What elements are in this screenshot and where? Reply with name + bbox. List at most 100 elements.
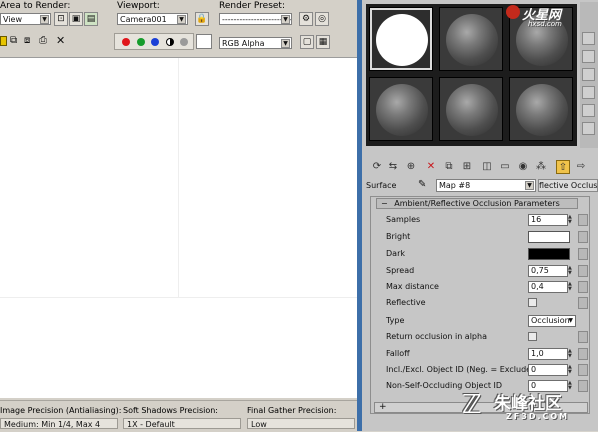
soft-shadows-label: Soft Shadows Precision: <box>123 406 218 415</box>
return-alpha-checkbox[interactable] <box>528 332 537 341</box>
image-precision-field[interactable]: Medium: Min 1/4, Max 4 <box>0 418 118 429</box>
sample-slot-2[interactable] <box>439 7 503 71</box>
sample-uv-tiling-icon[interactable] <box>582 86 595 99</box>
max-distance-row: Max distance 0,4 ▲ ▼ <box>386 281 588 293</box>
render-preset-dropdown[interactable]: ------------------------- ▼ <box>219 13 292 25</box>
rendered-image-area[interactable] <box>0 57 357 398</box>
go-to-parent-icon[interactable]: ⇧ <box>556 160 570 174</box>
clear-icon[interactable]: ✕ <box>56 34 65 47</box>
bright-label: Bright <box>386 232 411 241</box>
map-name-field[interactable]: Map #8 ▼ <box>436 179 536 192</box>
sample-slot-4[interactable] <box>369 77 433 141</box>
render-status-bar: Image Precision (Antialiasing): Medium: … <box>0 400 357 432</box>
max-distance-value: 0,4 <box>531 282 544 291</box>
return-alpha-map-button[interactable] <box>578 331 588 343</box>
environment-icon[interactable]: ◎ <box>315 12 329 26</box>
type-dropdown[interactable]: Occlusion ▼ <box>528 315 576 327</box>
alpha-channel-icon[interactable] <box>166 38 174 46</box>
auto-region-icon[interactable]: ▣ <box>69 12 83 26</box>
spread-row: Spread 0,75 ▲ ▼ <box>386 265 588 277</box>
background-icon[interactable] <box>582 68 595 81</box>
viewport-value: Camera001 <box>120 15 167 24</box>
save-image-icon[interactable] <box>0 36 7 46</box>
area-to-render-value: View <box>3 15 22 24</box>
make-preview-icon[interactable] <box>582 122 595 135</box>
reflective-map-button[interactable] <box>578 297 588 309</box>
reset-map-icon[interactable]: ✕ <box>424 160 438 174</box>
display-channel-value: RGB Alpha <box>222 39 265 48</box>
dark-color-swatch[interactable] <box>528 248 570 260</box>
green-channel-icon[interactable] <box>137 38 145 46</box>
video-color-check-icon[interactable] <box>582 104 595 117</box>
show-map-in-viewport-icon[interactable]: ◉ <box>516 160 530 174</box>
render-setup-icon[interactable]: ⚙ <box>299 12 313 26</box>
blue-channel-icon[interactable] <box>151 38 159 46</box>
sample-type-icon[interactable] <box>582 32 595 45</box>
falloff-map-button[interactable] <box>578 348 588 360</box>
copy-image-icon[interactable]: ⧉ <box>10 35 17 46</box>
max-distance-map-button[interactable] <box>578 281 588 293</box>
print-icon[interactable]: ⎙ <box>39 35 47 46</box>
toggle-ui-overlay-icon[interactable]: ▢ <box>300 35 314 49</box>
final-gather-label: Final Gather Precision: <box>247 406 337 415</box>
samples-map-button[interactable] <box>578 214 588 226</box>
spread-label: Spread <box>386 266 415 275</box>
rollout-title: Ambient/Reflective Occlusion Parameters <box>394 199 560 208</box>
red-channel-icon[interactable] <box>122 38 130 46</box>
backlight-icon[interactable] <box>582 50 595 63</box>
toggle-ui-icon[interactable]: ▦ <box>316 35 330 49</box>
region-select-icon[interactable]: ▤ <box>84 12 98 26</box>
put-to-library-icon[interactable]: ◫ <box>480 160 494 174</box>
samples-spinner[interactable]: 16 ▲ ▼ <box>528 214 572 226</box>
incl-excl-value: 0 <box>531 365 537 374</box>
put-to-scene-icon[interactable]: ⇆ <box>386 160 400 174</box>
sample-slot-1[interactable] <box>369 7 433 71</box>
spinner-arrows-icon[interactable]: ▲ ▼ <box>568 365 574 375</box>
material-id-icon[interactable]: ▭ <box>498 160 512 174</box>
falloff-spinner[interactable]: 1,0 ▲ ▼ <box>528 348 572 360</box>
edit-region-icon[interactable]: ⊡ <box>54 12 68 26</box>
spinner-arrows-icon[interactable]: ▲ ▼ <box>568 349 574 359</box>
make-unique-icon[interactable]: ⊞ <box>460 160 474 174</box>
viewport-dropdown[interactable]: Camera001 ▼ <box>117 13 188 25</box>
image-precision-label: Image Precision (Antialiasing): <box>0 406 122 415</box>
sample-slot-6[interactable] <box>509 77 573 141</box>
incl-excl-spinner[interactable]: 0 ▲ ▼ <box>528 364 572 376</box>
show-end-result-icon[interactable]: ⁂ <box>534 160 548 174</box>
monochrome-icon[interactable] <box>180 38 188 46</box>
max-distance-spinner[interactable]: 0,4 ▲ ▼ <box>528 281 572 293</box>
spinner-arrows-icon[interactable]: ▲ ▼ <box>568 282 574 292</box>
bright-map-button[interactable] <box>578 231 588 243</box>
spread-spinner[interactable]: 0,75 ▲ ▼ <box>528 265 572 277</box>
reflective-checkbox[interactable] <box>528 298 537 307</box>
color-swatch[interactable] <box>196 34 212 49</box>
pick-material-icon[interactable]: ✎ <box>418 179 426 190</box>
make-copy-icon[interactable]: ⧉ <box>442 160 456 174</box>
max-distance-label: Max distance <box>386 282 439 291</box>
sample-sphere <box>376 14 428 66</box>
display-channel-dropdown[interactable]: RGB Alpha ▼ <box>219 37 292 49</box>
material-editor-toolbar: ⟳ ⇆ ⊕ ✕ ⧉ ⊞ ◫ ▭ ◉ ⁂ ⇧ ⇨ <box>366 158 598 178</box>
area-to-render-dropdown[interactable]: View ▼ <box>0 13 51 25</box>
incl-excl-map-button[interactable] <box>578 364 588 376</box>
go-forward-to-sibling-icon[interactable]: ⇨ <box>574 160 588 174</box>
assign-to-selection-icon[interactable]: ⊕ <box>404 160 418 174</box>
spinner-arrows-icon[interactable]: ▲ ▼ <box>568 266 574 276</box>
soft-shadows-field[interactable]: 1X - Default <box>123 418 241 429</box>
map-type-button[interactable]: flective Occlusion <box>538 179 598 192</box>
spread-map-button[interactable] <box>578 265 588 277</box>
watermark-logo-bottom: ℤ 朱峰社区 ZF3D.COM <box>460 386 596 431</box>
clone-frame-icon[interactable]: ⧈ <box>24 35 30 46</box>
type-row: Type Occlusion ▼ <box>386 315 586 327</box>
samples-value: 16 <box>531 215 542 224</box>
chevron-down-icon: ▼ <box>177 15 186 24</box>
bright-color-swatch[interactable] <box>528 231 570 243</box>
area-to-render-label: Area to Render: <box>0 1 71 11</box>
get-material-icon[interactable]: ⟳ <box>370 160 384 174</box>
final-gather-field[interactable]: Low <box>247 418 355 429</box>
rollout-title-bar[interactable]: − Ambient/Reflective Occlusion Parameter… <box>376 198 578 209</box>
spinner-arrows-icon[interactable]: ▲ ▼ <box>568 215 574 225</box>
dark-map-button[interactable] <box>578 248 588 260</box>
sample-slot-5[interactable] <box>439 77 503 141</box>
lock-icon[interactable]: 🔒 <box>195 12 209 26</box>
